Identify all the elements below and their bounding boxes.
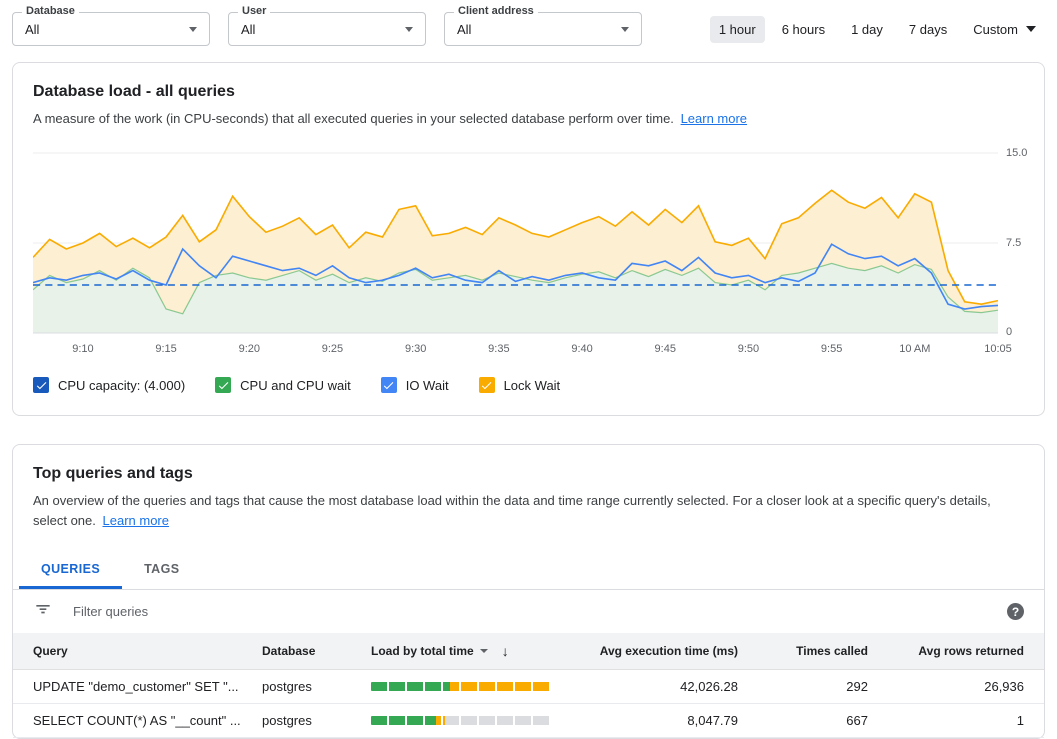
load-chart-canvas[interactable] bbox=[33, 145, 998, 340]
load-cell bbox=[371, 682, 586, 691]
times-called: 292 bbox=[746, 679, 876, 694]
chevron-down-icon bbox=[621, 27, 629, 32]
learn-more-link[interactable]: Learn more bbox=[103, 513, 169, 528]
load-cell bbox=[371, 716, 586, 725]
y-tick-label: 7.5 bbox=[1006, 237, 1021, 249]
time-range-7-days[interactable]: 7 days bbox=[900, 16, 956, 43]
checkbox-checked-icon[interactable] bbox=[381, 377, 397, 393]
user-filter-dropdown[interactable]: User All bbox=[228, 12, 426, 46]
client-address-filter-value: All bbox=[457, 22, 471, 37]
legend-lock-wait[interactable]: Lock Wait bbox=[479, 377, 561, 393]
chevron-down-icon bbox=[405, 27, 413, 32]
table-row[interactable]: SELECT COUNT(*) AS "__count" ...postgres… bbox=[13, 704, 1044, 738]
load-bar bbox=[371, 716, 551, 725]
time-range-1-hour[interactable]: 1 hour bbox=[710, 16, 765, 43]
y-axis-labels: 15.0 7.5 0 bbox=[998, 145, 1044, 359]
column-header-load-by-total-time[interactable]: Load by total time ↓ bbox=[371, 643, 586, 659]
x-tick-label: 9:25 bbox=[322, 343, 343, 355]
legend-label: CPU and CPU wait bbox=[240, 378, 351, 393]
x-axis-labels: 9:10 9:15 9:20 9:25 9:30 9:35 9:40 9:45 9:50 9:55… bbox=[33, 343, 998, 359]
legend-cpu-capacity-4-000[interactable]: CPU capacity: (4.000) bbox=[33, 377, 185, 393]
load-bar bbox=[371, 682, 551, 691]
client-address-filter-dropdown[interactable]: Client address All bbox=[444, 12, 642, 46]
learn-more-link[interactable]: Learn more bbox=[681, 111, 747, 126]
legend-label: Lock Wait bbox=[504, 378, 561, 393]
column-header-avg-rows-returned[interactable]: Avg rows returned bbox=[876, 644, 1044, 658]
time-range-selector: 1 hour 6 hours 1 day 7 days Custom bbox=[710, 16, 1045, 43]
database-name: postgres bbox=[262, 679, 371, 694]
queries-card-description: An overview of the queries and tags that… bbox=[33, 491, 1024, 531]
database-filter-value: All bbox=[25, 22, 39, 37]
top-queries-card: Top queries and tags An overview of the … bbox=[12, 444, 1045, 739]
checkbox-checked-icon[interactable] bbox=[479, 377, 495, 393]
checkbox-checked-icon[interactable] bbox=[215, 377, 231, 393]
column-header-query: Query bbox=[13, 644, 262, 658]
column-header-times-called[interactable]: Times called bbox=[746, 644, 876, 658]
avg-rows-returned: 26,936 bbox=[876, 679, 1044, 694]
x-tick-label: 9:20 bbox=[239, 343, 260, 355]
time-range-custom[interactable]: Custom bbox=[964, 16, 1045, 43]
checkbox-checked-icon[interactable] bbox=[33, 377, 49, 393]
x-tick-label: 10 AM bbox=[899, 343, 930, 355]
column-header-database[interactable]: Database bbox=[262, 644, 371, 658]
time-range-custom-label: Custom bbox=[973, 22, 1018, 37]
database-name: postgres bbox=[262, 713, 371, 728]
time-range-6-hours[interactable]: 6 hours bbox=[773, 16, 834, 43]
sort-descending-icon[interactable]: ↓ bbox=[502, 643, 509, 659]
x-tick-label: 9:50 bbox=[738, 343, 759, 355]
queries-card-title: Top queries and tags bbox=[33, 465, 1024, 483]
query-text: SELECT COUNT(*) AS "__count" ... bbox=[13, 713, 262, 728]
legend-io-wait[interactable]: IO Wait bbox=[381, 377, 449, 393]
queries-table-body: UPDATE "demo_customer" SET "...postgres4… bbox=[13, 670, 1044, 738]
column-header-label: Load by total time bbox=[371, 644, 474, 658]
column-header-avg-execution-time-ms[interactable]: Avg execution time (ms) bbox=[586, 644, 746, 658]
load-card-description: A measure of the work (in CPU-seconds) t… bbox=[33, 109, 1024, 129]
load-chart: 9:10 9:15 9:20 9:25 9:30 9:35 9:40 9:45 9:50 9:55… bbox=[33, 145, 1044, 359]
chart-legend: CPU capacity: (4.000) CPU and CPU wait IO … bbox=[33, 377, 1024, 393]
x-tick-label: 9:55 bbox=[821, 343, 842, 355]
chevron-down-icon bbox=[189, 27, 197, 32]
database-filter-label: Database bbox=[22, 5, 79, 17]
query-text: UPDATE "demo_customer" SET "... bbox=[13, 679, 262, 694]
x-tick-label: 9:35 bbox=[488, 343, 509, 355]
x-tick-label: 9:10 bbox=[72, 343, 93, 355]
load-card-description-text: A measure of the work (in CPU-seconds) t… bbox=[33, 111, 674, 126]
user-filter-label: User bbox=[238, 5, 270, 17]
database-load-card: Database load - all queries A measure of… bbox=[12, 62, 1045, 416]
legend-label: IO Wait bbox=[406, 378, 449, 393]
table-row[interactable]: UPDATE "demo_customer" SET "...postgres 4… bbox=[13, 670, 1044, 704]
client-address-filter-label: Client address bbox=[454, 5, 538, 17]
query-filter-row: ? bbox=[13, 590, 1044, 633]
filter-bar: Database All User All Client address All… bbox=[0, 0, 1057, 58]
avg-rows-returned: 1 bbox=[876, 713, 1044, 728]
column-menu-caret-icon[interactable] bbox=[480, 649, 488, 653]
queries-table-header: QueryDatabaseLoad by total time ↓ Avg exec… bbox=[13, 633, 1044, 670]
time-range-1-day[interactable]: 1 day bbox=[842, 16, 892, 43]
user-filter-value: All bbox=[241, 22, 255, 37]
avg-execution-time: 42,026.28 bbox=[586, 679, 746, 694]
x-tick-label: 9:40 bbox=[571, 343, 592, 355]
times-called: 667 bbox=[746, 713, 876, 728]
database-filter-dropdown[interactable]: Database All bbox=[12, 12, 210, 46]
avg-execution-time: 8,047.79 bbox=[586, 713, 746, 728]
tab-bar: QUERIESTAGS bbox=[13, 549, 1044, 590]
y-tick-label: 0 bbox=[1006, 326, 1012, 338]
filter-icon bbox=[33, 600, 53, 623]
tab-queries[interactable]: QUERIES bbox=[19, 549, 122, 589]
y-tick-label: 15.0 bbox=[1006, 147, 1027, 159]
tab-tags[interactable]: TAGS bbox=[122, 549, 201, 589]
x-tick-label: 9:15 bbox=[155, 343, 176, 355]
x-tick-label: 9:30 bbox=[405, 343, 426, 355]
help-icon[interactable]: ? bbox=[1007, 603, 1024, 620]
chevron-down-icon bbox=[1026, 26, 1036, 32]
legend-label: CPU capacity: (4.000) bbox=[58, 378, 185, 393]
queries-card-description-text: An overview of the queries and tags that… bbox=[33, 493, 991, 528]
load-card-title: Database load - all queries bbox=[33, 83, 1024, 101]
filter-queries-input[interactable] bbox=[71, 603, 1007, 620]
x-tick-label: 9:45 bbox=[655, 343, 676, 355]
legend-cpu-and-cpu-wait[interactable]: CPU and CPU wait bbox=[215, 377, 351, 393]
